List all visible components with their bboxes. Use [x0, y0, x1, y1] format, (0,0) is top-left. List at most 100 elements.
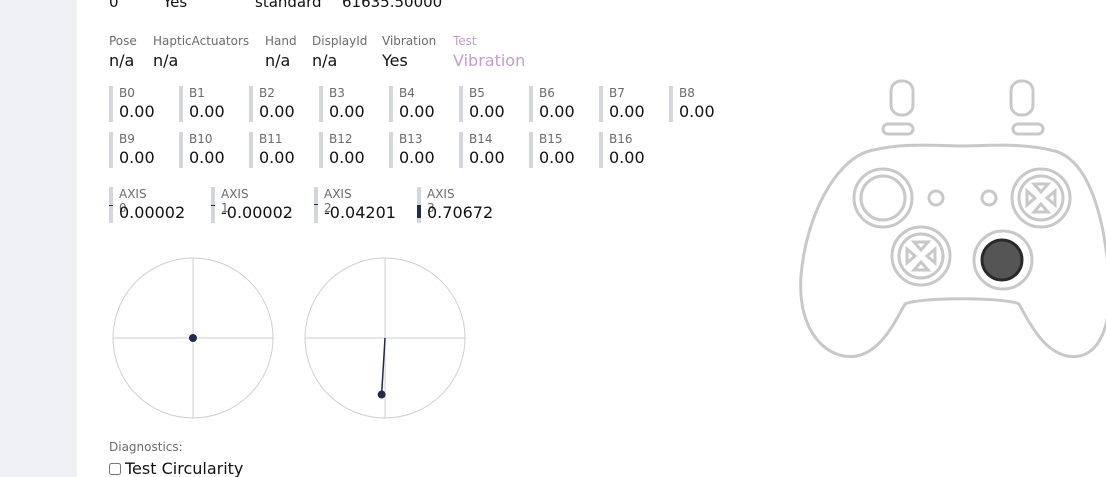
- button-value: 0.00: [539, 102, 575, 121]
- button-label: B8: [679, 86, 695, 100]
- dpad-glyphs-icon: [905, 240, 937, 272]
- test-circularity-label: Test Circularity: [125, 459, 244, 477]
- button-label: B1: [189, 86, 205, 100]
- button-b0: B0 0.00: [109, 86, 171, 122]
- button-value: 0.00: [329, 148, 365, 167]
- button-value: 0.00: [399, 102, 435, 121]
- button-b10: B10 0.00: [179, 132, 241, 168]
- test-circularity-checkbox[interactable]: [109, 462, 121, 475]
- left-stick-position: [189, 333, 198, 342]
- button-pressure-bar: [599, 86, 603, 122]
- button-b7: B7 0.00: [599, 86, 661, 122]
- left-bumper-icon: [881, 122, 915, 136]
- button-pressure-bar: [669, 86, 673, 122]
- button-pressure-bar: [319, 132, 323, 168]
- axis-fill: [109, 205, 113, 206]
- diagnostics-label: Diagnostics:: [109, 440, 183, 454]
- axis-fill: [417, 205, 421, 218]
- button-label: B15: [539, 132, 563, 146]
- button-value: 0.00: [119, 148, 155, 167]
- button-pressure-bar: [249, 132, 253, 168]
- button-pressure-bar: [459, 86, 463, 122]
- button-b1: B1 0.00: [179, 86, 241, 122]
- button-b9: B9 0.00: [109, 132, 171, 168]
- button-pressure-bar: [179, 86, 183, 122]
- gamepad-illustration: [799, 79, 1106, 359]
- haptic-actuators-value: n/a: [153, 51, 179, 70]
- test-circularity-option[interactable]: Test Circularity: [109, 459, 243, 477]
- display-id-label: DisplayId: [312, 34, 368, 48]
- left-trigger-icon: [889, 79, 915, 117]
- axis-value: -0.04201: [324, 203, 396, 222]
- right-stick-cap-icon: [980, 238, 1024, 282]
- right-trigger-icon: [1009, 79, 1035, 117]
- button-b4: B4 0.00: [389, 86, 451, 122]
- view-button-icon: [927, 189, 945, 207]
- button-value: 0.00: [539, 148, 575, 167]
- left-stick-plot: [112, 257, 274, 419]
- hand-value: n/a: [265, 51, 291, 70]
- button-label: B4: [399, 86, 415, 100]
- button-pressure-bar: [599, 132, 603, 168]
- button-label: B14: [469, 132, 493, 146]
- button-pressure-bar: [389, 132, 393, 168]
- axis-bar: [314, 187, 318, 223]
- button-label: B5: [469, 86, 485, 100]
- axis-value: 0.00002: [119, 203, 186, 222]
- hand-label: Hand: [265, 34, 297, 48]
- button-b8: B8 0.00: [669, 86, 731, 122]
- gamepad-index: 0: [109, 0, 119, 11]
- vibration-value: Yes: [382, 51, 408, 70]
- button-label: B16: [609, 132, 633, 146]
- haptic-actuators-label: HapticActuators: [153, 34, 250, 48]
- button-b11: B11 0.00: [249, 132, 311, 168]
- button-value: 0.00: [609, 102, 645, 121]
- button-label: B11: [259, 132, 283, 146]
- button-pressure-bar: [109, 132, 113, 168]
- button-label: B3: [329, 86, 345, 100]
- button-label: B0: [119, 86, 135, 100]
- vibration-test-label[interactable]: Test: [453, 34, 477, 48]
- axis-fill: [211, 205, 215, 206]
- button-b6: B6 0.00: [529, 86, 591, 122]
- button-pressure-bar: [249, 86, 253, 122]
- button-label: B7: [609, 86, 625, 100]
- button-value: 0.00: [329, 102, 365, 121]
- button-label: B2: [259, 86, 275, 100]
- button-value: 0.00: [679, 102, 715, 121]
- button-b5: B5 0.00: [459, 86, 521, 122]
- face-buttons-outline-icon: [1010, 167, 1072, 229]
- dpad-outline-icon: [890, 225, 952, 287]
- button-b12: B12 0.00: [319, 132, 381, 168]
- menu-button-icon: [980, 189, 998, 207]
- left-stick-outline-icon: [852, 167, 914, 229]
- button-b14: B14 0.00: [459, 132, 521, 168]
- button-b3: B3 0.00: [319, 86, 381, 122]
- axis-value: -0.00002: [221, 203, 293, 222]
- right-stick-vector: [380, 337, 386, 395]
- button-value: 0.00: [469, 148, 505, 167]
- button-pressure-bar: [529, 86, 533, 122]
- button-label: B9: [119, 132, 135, 146]
- button-value: 0.00: [259, 148, 295, 167]
- button-pressure-bar: [179, 132, 183, 168]
- button-b16: B16 0.00: [599, 132, 661, 168]
- axis-fill: [314, 204, 318, 205]
- button-pressure-bar: [389, 86, 393, 122]
- button-label: B12: [329, 132, 353, 146]
- vibration-label: Vibration: [382, 34, 437, 48]
- button-b2: B2 0.00: [249, 86, 311, 122]
- button-label: B10: [189, 132, 213, 146]
- pose-label: Pose: [109, 34, 137, 48]
- button-b13: B13 0.00: [389, 132, 451, 168]
- button-label: B13: [399, 132, 423, 146]
- button-value: 0.00: [119, 102, 155, 121]
- vibration-test-link[interactable]: Vibration: [453, 51, 525, 70]
- button-label: B6: [539, 86, 555, 100]
- left-stick-cap-icon: [859, 174, 907, 222]
- button-pressure-bar: [319, 86, 323, 122]
- button-value: 0.00: [259, 102, 295, 121]
- gamepad-mapping: standard: [255, 0, 322, 11]
- pose-value: n/a: [109, 51, 135, 70]
- right-stick-plot: [304, 257, 466, 419]
